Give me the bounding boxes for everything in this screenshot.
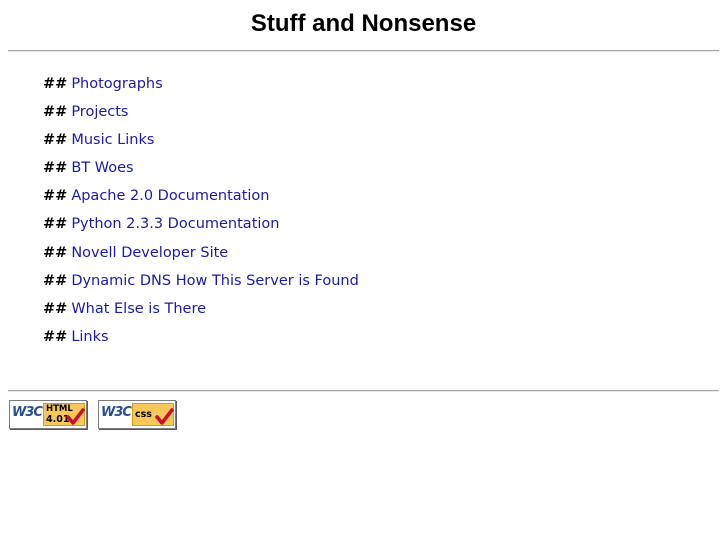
bullet-marker: ##: [43, 104, 68, 121]
link-python-docs[interactable]: Python 2.3.3 Documentation: [71, 216, 279, 232]
bullet-marker: ##: [43, 188, 68, 205]
list-item: ## Novell Developer Site: [43, 242, 359, 270]
top-divider: [8, 50, 719, 52]
link-music-links[interactable]: Music Links: [71, 132, 154, 148]
badge-line1: css: [135, 409, 152, 420]
bullet-marker: ##: [43, 160, 68, 177]
link-apache-docs[interactable]: Apache 2.0 Documentation: [71, 188, 269, 204]
link-novell-developer[interactable]: Novell Developer Site: [71, 245, 228, 261]
link-photographs[interactable]: Photographs: [71, 76, 162, 92]
list-item: ## Projects: [43, 101, 359, 129]
list-item: ## Python 2.3.3 Documentation: [43, 213, 359, 241]
w3c-logo: W3C: [101, 405, 132, 420]
list-item: ## Dynamic DNS How This Server is Found: [43, 270, 359, 298]
bullet-marker: ##: [43, 216, 68, 233]
bullet-marker: ##: [43, 132, 68, 149]
nav-list: ## Photographs ## Projects ## Music Links #…: [43, 73, 359, 354]
bullet-marker: ##: [43, 328, 68, 345]
valid-html-badge[interactable]: W3C HTML 4.01: [9, 400, 87, 429]
bullet-marker: ##: [43, 76, 68, 92]
list-item: ## Apache 2.0 Documentation: [43, 185, 359, 213]
list-item: ## What Else is There: [43, 298, 359, 326]
list-item: ## Music Links: [43, 129, 359, 157]
bottom-divider: [8, 390, 719, 392]
bullet-marker: ##: [43, 300, 68, 317]
page: Stuff and Nonsense ## Photographs ## Proje…: [0, 0, 727, 545]
w3c-logo: W3C: [12, 405, 43, 420]
list-item: ## Photographs: [43, 73, 359, 101]
link-bt-woes[interactable]: BT Woes: [71, 160, 133, 176]
list-item: ## Links: [43, 326, 359, 354]
link-projects[interactable]: Projects: [71, 104, 128, 120]
bullet-marker: ##: [43, 272, 68, 289]
checkmark-icon: [155, 408, 174, 425]
link-dynamic-dns[interactable]: Dynamic DNS How This Server is Found: [71, 273, 359, 289]
page-title: Stuff and Nonsense: [250, 10, 477, 37]
link-what-else[interactable]: What Else is There: [71, 301, 206, 317]
checkmark-icon: [66, 408, 85, 425]
link-links[interactable]: Links: [71, 329, 108, 345]
valid-css-badge[interactable]: W3C css: [98, 400, 176, 429]
list-item: ## BT Woes: [43, 157, 359, 185]
validation-badges: W3C HTML 4.01 W3C css: [9, 400, 176, 429]
bullet-marker: ##: [43, 244, 68, 261]
